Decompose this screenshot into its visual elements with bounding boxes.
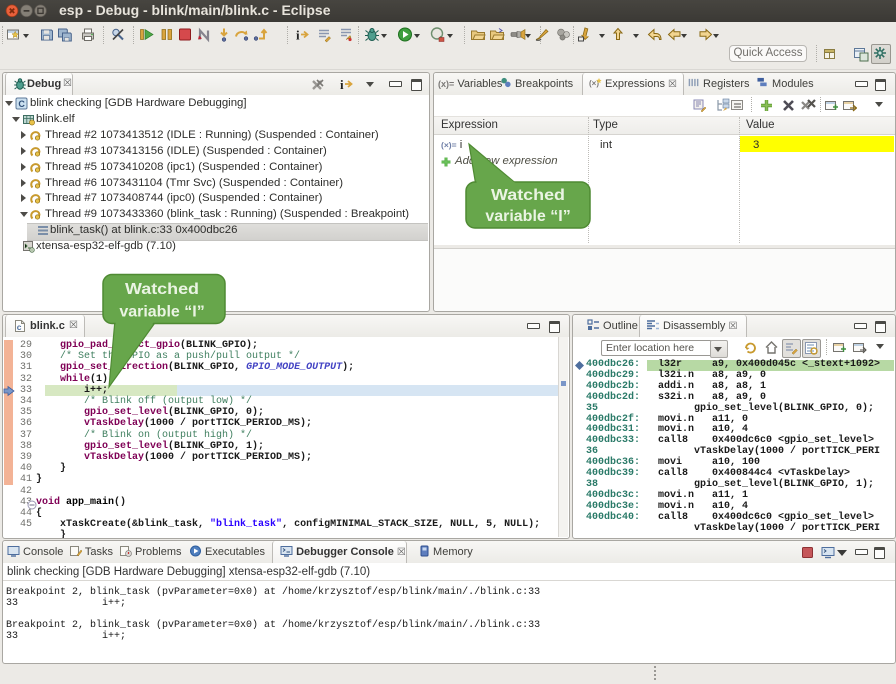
svg-text:c: c xyxy=(17,323,22,333)
svg-text:i: i xyxy=(296,28,300,43)
svg-text:Watched: Watched xyxy=(491,187,565,204)
svg-text:variable “I”: variable “I” xyxy=(485,208,570,225)
svg-text:C: C xyxy=(18,99,25,109)
svg-text:Watched: Watched xyxy=(125,281,199,298)
svg-text:i: i xyxy=(340,77,344,92)
svg-text:variable “I”: variable “I” xyxy=(119,304,204,321)
